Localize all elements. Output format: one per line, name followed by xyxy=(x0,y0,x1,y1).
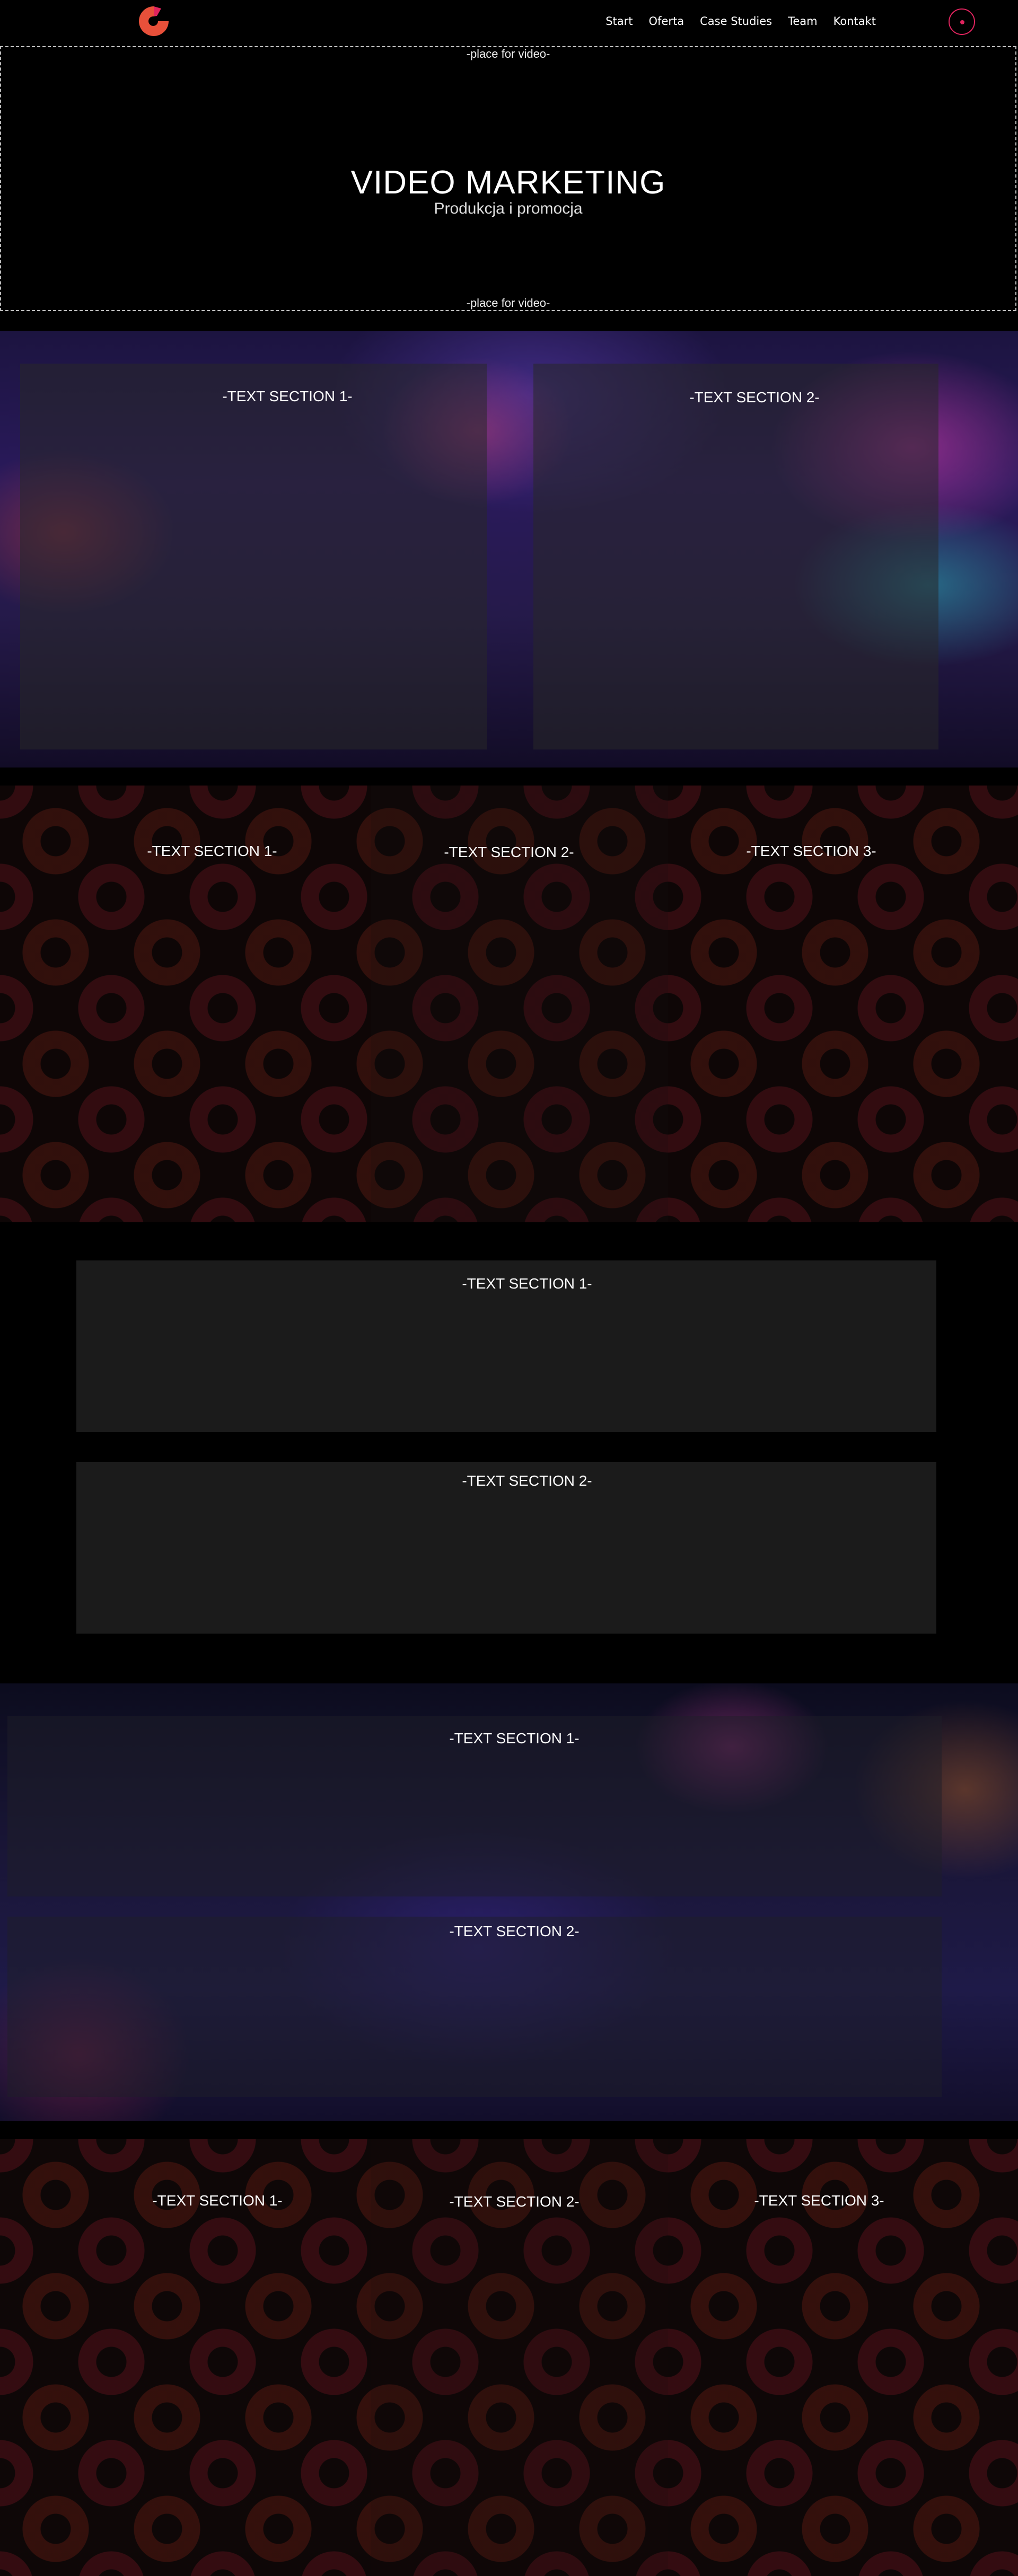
text-section-2: -TEXT SECTION 2- xyxy=(689,389,820,405)
site-header: Start Oferta Case Studies Team Kontakt xyxy=(0,0,1018,46)
pattern-section-a: -TEXT SECTION 1- -TEXT SECTION 2- -TEXT … xyxy=(0,786,1018,1222)
text-section-1: -TEXT SECTION 1- xyxy=(222,388,353,404)
text-section-3: -TEXT SECTION 3- xyxy=(746,843,876,859)
nav-team[interactable]: Team xyxy=(788,15,818,28)
hero-video-placeholder: -place for video- VIDEO MARKETING Produk… xyxy=(0,46,1016,311)
text-section-2: -TEXT SECTION 2- xyxy=(449,2193,580,2210)
text-panel-2 xyxy=(533,364,938,749)
nav-start[interactable]: Start xyxy=(605,15,633,28)
text-panel-1 xyxy=(20,364,487,749)
nav-oferta[interactable]: Oferta xyxy=(649,15,684,28)
video-placeholder-top: -place for video- xyxy=(466,47,550,60)
hero-title: VIDEO MARKETING xyxy=(350,164,666,201)
studio-section-2: -TEXT SECTION 1- -TEXT SECTION 2- xyxy=(0,1683,1018,2121)
text-box-1: -TEXT SECTION 1- xyxy=(76,1260,936,1432)
text-section-2: -TEXT SECTION 2- xyxy=(462,1472,592,1489)
text-section-2: -TEXT SECTION 2- xyxy=(449,1923,580,1939)
g-logo-icon[interactable] xyxy=(137,4,171,38)
text-section-3: -TEXT SECTION 3- xyxy=(754,2192,884,2209)
pattern-section-b: -TEXT SECTION 1- -TEXT SECTION 2- -TEXT … xyxy=(0,2139,1018,2576)
main-nav: Start Oferta Case Studies Team Kontakt xyxy=(605,15,876,28)
menu-dot-icon[interactable] xyxy=(949,8,975,35)
nav-kontakt[interactable]: Kontakt xyxy=(833,15,876,28)
hero-subtitle: Produkcja i promocja xyxy=(434,200,583,217)
text-section-2: -TEXT SECTION 2- xyxy=(444,844,574,860)
text-panel-2 xyxy=(7,1917,942,2097)
text-box-2: -TEXT SECTION 2- xyxy=(76,1462,936,1634)
text-section-1: -TEXT SECTION 1- xyxy=(462,1275,592,1292)
nav-case-studies[interactable]: Case Studies xyxy=(700,15,772,28)
text-section-1: -TEXT SECTION 1- xyxy=(449,1730,580,1746)
video-placeholder-bottom: -place for video- xyxy=(466,296,550,310)
text-section-1: -TEXT SECTION 1- xyxy=(147,843,277,859)
studio-section: -TEXT SECTION 1- -TEXT SECTION 2- xyxy=(0,331,1018,767)
text-section-1: -TEXT SECTION 1- xyxy=(152,2192,283,2209)
